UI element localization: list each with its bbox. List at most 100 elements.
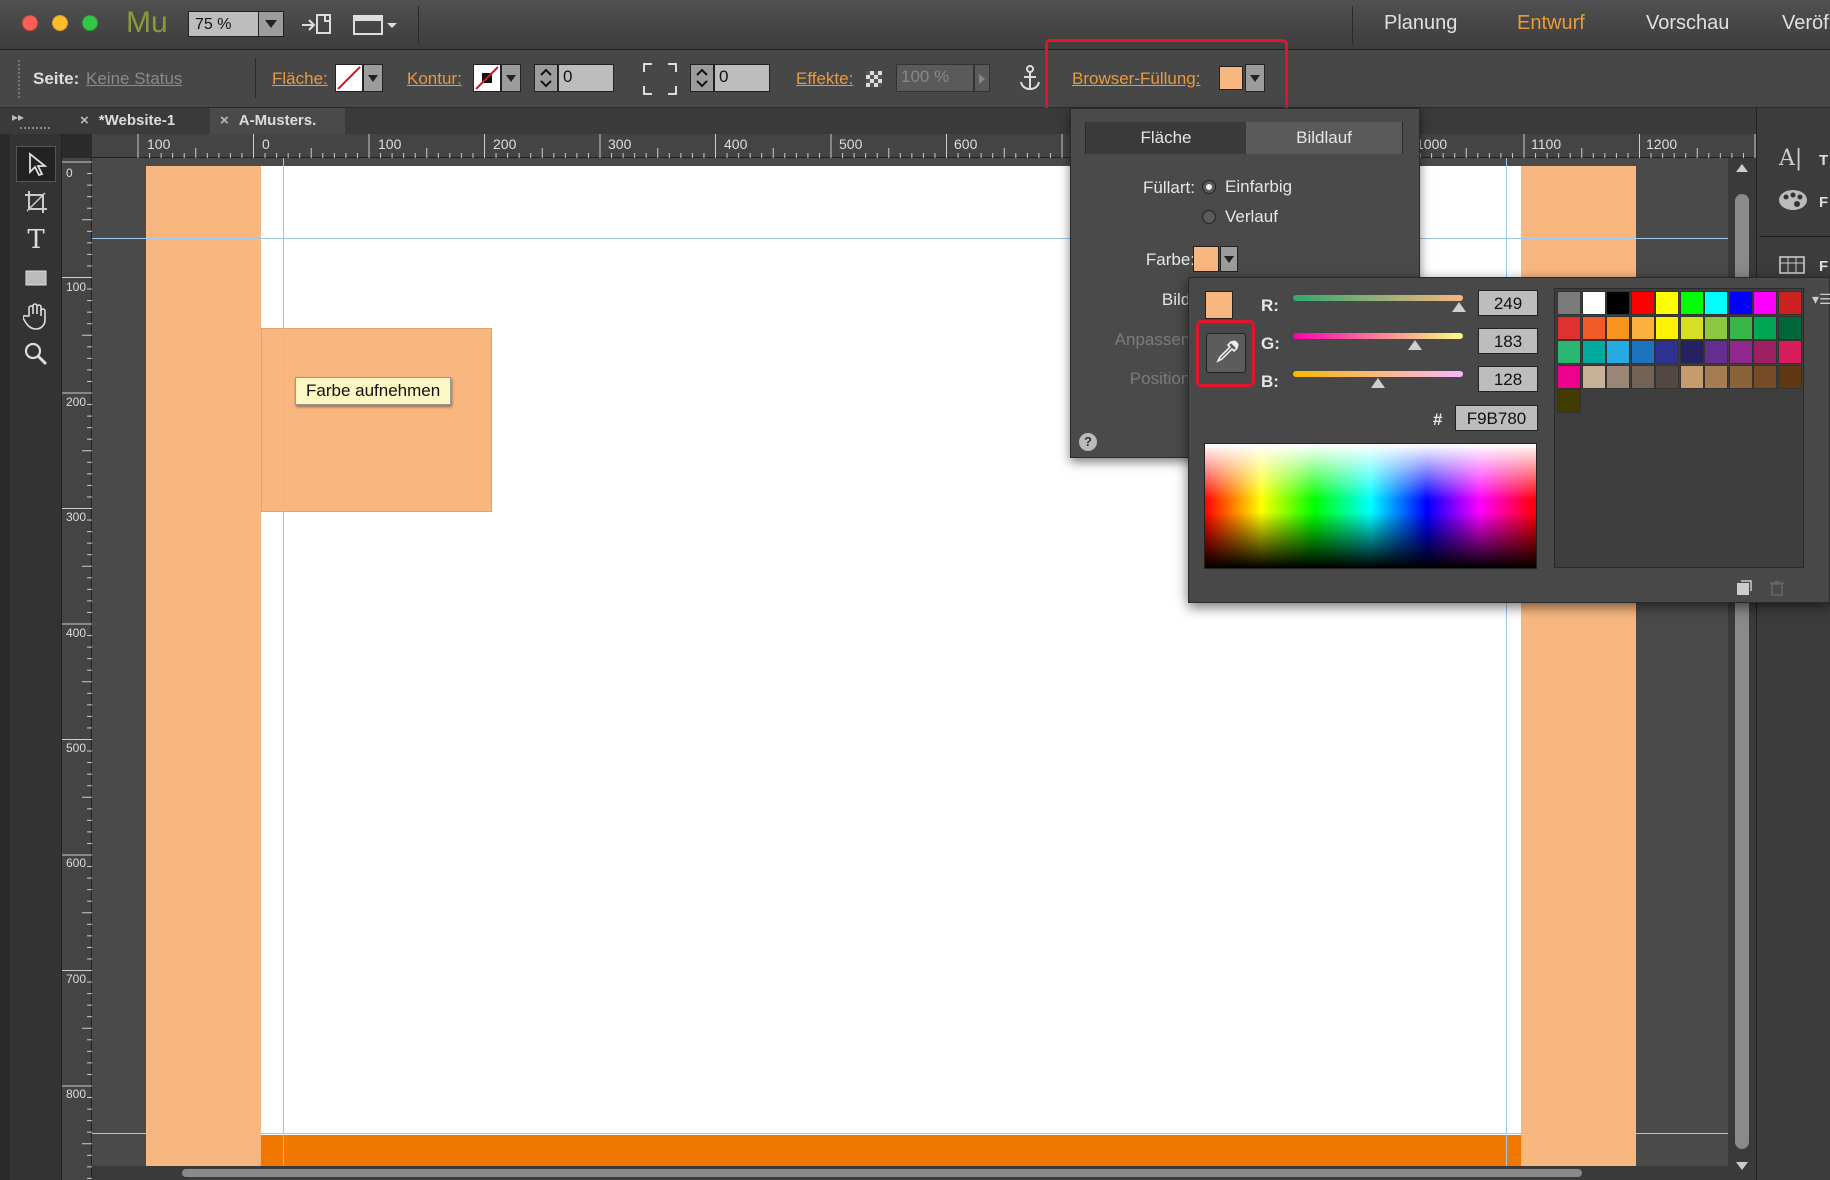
zoom-level-field[interactable]: 75 % (188, 11, 268, 37)
tab-close-icon[interactable]: × (220, 112, 229, 129)
color-swatch[interactable] (1606, 315, 1630, 340)
tab-bildlauf[interactable]: Bildlauf (1246, 122, 1402, 154)
color-swatch[interactable] (1557, 340, 1581, 364)
horizontal-scrollbar[interactable] (92, 1166, 1728, 1180)
color-swatch[interactable] (1630, 340, 1655, 364)
color-swatch[interactable] (1557, 315, 1581, 340)
close-window-button[interactable] (22, 15, 38, 31)
color-swatch[interactable] (1581, 364, 1606, 389)
crop-tool[interactable] (16, 184, 56, 220)
page-transfer-icon[interactable] (300, 12, 334, 43)
farbe-swatch[interactable] (1193, 246, 1219, 272)
color-swatch[interactable] (1777, 340, 1802, 364)
color-swatch[interactable] (1753, 291, 1777, 315)
corner-radius-field[interactable]: 0 (714, 64, 770, 92)
color-swatch[interactable] (1728, 315, 1753, 340)
color-swatch[interactable] (1679, 364, 1704, 389)
swatch-menu-icon[interactable]: ▾☰ (1812, 291, 1830, 308)
g-slider-thumb[interactable] (1408, 340, 1423, 350)
g-slider[interactable] (1293, 333, 1463, 339)
r-slider[interactable] (1293, 295, 1463, 301)
color-swatch[interactable] (1753, 364, 1777, 389)
zoom-tool[interactable] (16, 336, 56, 372)
mode-veroeffentlichen[interactable]: Veröf (1782, 12, 1829, 35)
color-swatch[interactable] (1557, 389, 1581, 413)
color-swatch[interactable] (1655, 291, 1679, 315)
zoom-dropdown-button[interactable] (258, 11, 284, 37)
tab-a-musters[interactable]: × A-Musters. (210, 108, 345, 134)
mode-entwurf[interactable]: Entwurf (1517, 12, 1585, 35)
layout-view-icon[interactable] (352, 12, 398, 43)
color-swatch[interactable] (1557, 364, 1581, 389)
color-swatch[interactable] (1679, 291, 1704, 315)
guide-line[interactable] (283, 158, 284, 1180)
color-swatch[interactable] (1581, 340, 1606, 364)
text-tool[interactable]: T (16, 222, 56, 258)
color-swatch[interactable] (1655, 364, 1679, 389)
color-swatch[interactable] (1557, 291, 1581, 315)
delete-swatch-icon[interactable] (1769, 580, 1785, 601)
color-swatch[interactable] (1630, 291, 1655, 315)
color-swatch[interactable] (1777, 364, 1802, 389)
new-swatch-icon[interactable] (1736, 580, 1752, 601)
stroke-width-stepper[interactable] (534, 64, 558, 92)
color-swatch[interactable] (1704, 364, 1728, 389)
tab-flaeche[interactable]: Fläche (1086, 122, 1246, 154)
tab-close-icon[interactable]: × (80, 112, 89, 129)
color-swatch[interactable] (1581, 291, 1606, 315)
fill-color-swatch[interactable] (335, 64, 363, 92)
color-swatch[interactable] (1777, 315, 1802, 340)
color-swatch[interactable] (1630, 364, 1655, 389)
color-swatch[interactable] (1728, 364, 1753, 389)
text-panel-icon[interactable]: A| (1779, 146, 1802, 171)
color-swatch[interactable] (1679, 340, 1704, 364)
color-swatch[interactable] (1728, 291, 1753, 315)
table-grid-icon[interactable] (1779, 256, 1805, 279)
color-swatch[interactable] (1581, 315, 1606, 340)
color-swatch[interactable] (1606, 364, 1630, 389)
effekte-label[interactable]: Effekte: (796, 69, 853, 89)
option-verlauf-label[interactable]: Verlauf (1225, 207, 1278, 227)
color-swatch[interactable] (1679, 315, 1704, 340)
collapse-panel-icon[interactable]: ▸▸ (12, 110, 24, 124)
color-swatch[interactable] (1606, 340, 1630, 364)
opacity-slider-button[interactable] (974, 64, 990, 92)
option-einfarbig-label[interactable]: Einfarbig (1225, 177, 1292, 197)
hex-value-field[interactable]: F9B780 (1455, 405, 1538, 431)
color-palette-icon[interactable] (1777, 188, 1809, 217)
hand-tool[interactable] (16, 298, 56, 334)
color-swatch[interactable] (1606, 291, 1630, 315)
b-slider-thumb[interactable] (1371, 378, 1386, 388)
rectangle-tool[interactable] (16, 260, 56, 296)
stroke-width-field[interactable]: 0 (558, 64, 614, 92)
radio-einfarbig[interactable] (1202, 180, 1216, 194)
opacity-field[interactable]: 100 % (896, 64, 974, 92)
zoom-window-button[interactable] (82, 15, 98, 31)
help-icon[interactable]: ? (1079, 433, 1097, 451)
color-swatch[interactable] (1777, 291, 1802, 315)
color-swatch[interactable] (1753, 315, 1777, 340)
kontur-label[interactable]: Kontur: (407, 69, 462, 89)
color-swatch[interactable] (1728, 340, 1753, 364)
mode-vorschau[interactable]: Vorschau (1646, 12, 1729, 35)
guide-line[interactable] (92, 238, 1728, 239)
stroke-dropdown-button[interactable] (501, 64, 521, 92)
guide-line[interactable] (92, 1133, 1728, 1134)
color-swatch[interactable] (1704, 340, 1728, 364)
corner-radius-stepper[interactable] (690, 64, 714, 92)
color-swatch[interactable] (1655, 315, 1679, 340)
radio-verlauf[interactable] (1202, 210, 1216, 224)
flaeche-label[interactable]: Fläche: (272, 69, 328, 89)
tab-website-1[interactable]: × *Website-1 (70, 108, 207, 134)
orange-rectangle[interactable] (261, 328, 492, 512)
color-swatch[interactable] (1753, 340, 1777, 364)
fill-dropdown-button[interactable] (363, 64, 383, 92)
color-swatch[interactable] (1655, 340, 1679, 364)
seite-status-link[interactable]: Keine Status (86, 69, 182, 89)
b-value-field[interactable]: 128 (1478, 366, 1538, 392)
selection-tool[interactable] (16, 146, 56, 182)
b-slider[interactable] (1293, 371, 1463, 377)
farbe-dropdown-button[interactable] (1220, 246, 1238, 272)
r-slider-thumb[interactable] (1451, 302, 1466, 312)
color-swatch[interactable] (1704, 315, 1728, 340)
